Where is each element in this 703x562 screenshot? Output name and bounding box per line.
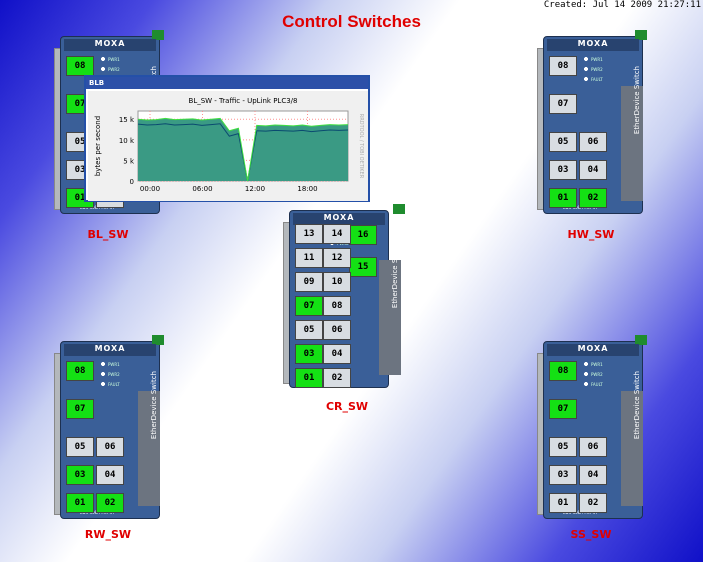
status-leds: PWR1 PWR2 FAULT [100,361,130,391]
port-15[interactable]: 15 [349,257,377,277]
port-07[interactable]: 07 [549,399,577,419]
port-05[interactable]: 05 [66,437,94,457]
port-01[interactable]: 01 [66,493,94,513]
port-03[interactable]: 03 [295,344,323,364]
port-06[interactable]: 06 [579,437,607,457]
terminal-block [393,204,405,214]
switch-label-ss: SS_SW [570,528,612,541]
x-tick-label: 06:00 [192,185,212,193]
port-16[interactable]: 16 [349,225,377,245]
traffic-chart: 0 5 k 10 k 15 k 00:00 06:00 12:00 18:00 BL_SW - … [94,97,364,193]
switch-label-rw: RW_SW [84,528,132,541]
port-04[interactable]: 04 [96,465,124,485]
switch-vertical-text: EtherDevice Switch [150,371,158,440]
status-leds: PWR1 PWR2 FAULT [583,56,613,86]
chart-title: BL_SW - Traffic - UpLink PLC3/8 [189,97,298,105]
y-axis-label: bytes per second [94,116,102,176]
port-01[interactable]: 01 [295,368,323,388]
port-04[interactable]: 04 [579,160,607,180]
y-tick-label: 5 k [123,157,135,165]
port-02[interactable]: 02 [323,368,351,388]
traffic-popup[interactable]: BLB 0 5 k 10 k 15 k 00:00 06:00 12:00 18:00 BL_S… [84,75,370,202]
port-04[interactable]: 04 [323,344,351,364]
led-fault: FAULT [583,381,613,388]
port-07[interactable]: 07 [66,399,94,419]
port-02[interactable]: 02 [96,493,124,513]
port-07[interactable]: 07 [549,94,577,114]
led-pwr2: PWR2 [100,371,130,378]
switch-label-hw: HW_SW [567,228,615,241]
y-tick-label: 10 k [119,137,135,145]
port-01[interactable]: 01 [549,188,577,208]
switch-brand: MOXA [64,39,156,51]
port-03[interactable]: 03 [66,465,94,485]
switch-ss[interactable]: MOXA EtherDevice Switch EDS-508A-MM-STPW… [537,335,647,519]
led-pwr1: PWR1 [100,361,130,368]
x-tick-label: 12:00 [245,185,265,193]
y-tick-label: 15 k [119,116,135,124]
port-04[interactable]: 04 [579,465,607,485]
led-pwr2: PWR2 [583,66,613,73]
traffic-graph: 0 5 k 10 k 15 k 00:00 06:00 12:00 18:00 BL_SW - … [88,91,368,201]
switch-label-bl: BL_SW [87,228,129,241]
port-10[interactable]: 10 [323,272,351,292]
led-fault: FAULT [100,381,130,388]
port-02[interactable]: 02 [579,493,607,513]
port-13[interactable]: 13 [295,224,323,244]
switch-label-cr: CR_SW [325,400,369,413]
x-tick-label: 00:00 [140,185,160,193]
port-01[interactable]: 01 [549,493,577,513]
led-pwr2: PWR2 [100,66,130,73]
port-12[interactable]: 12 [323,248,351,268]
created-timestamp: Created: Jul 14 2009 21:27:11 [543,0,701,10]
port-02[interactable]: 02 [579,188,607,208]
led-pwr1: PWR1 [100,56,130,63]
port-03[interactable]: 03 [549,160,577,180]
y-tick-label: 0 [130,178,134,186]
port-08[interactable]: 08 [549,56,577,76]
switch-vertical-text: EtherDevice Switch [633,371,641,440]
switch-cr[interactable]: MOXA EtherDevice Switch EDS-516A-MM-STPW… [283,204,405,392]
port-06[interactable]: 06 [96,437,124,457]
popup-title: BLB [86,77,368,89]
port-11[interactable]: 11 [295,248,323,268]
port-08[interactable]: 08 [549,361,577,381]
port-09[interactable]: 09 [295,272,323,292]
port-14[interactable]: 14 [323,224,351,244]
switch-brand: MOXA [64,344,156,356]
switch-vertical-text: EtherDevice Switch [633,66,641,135]
port-08[interactable]: 08 [66,56,94,76]
switch-rw[interactable]: MOXA EtherDevice Switch EDS-508A-MM-STPW… [54,335,164,519]
led-pwr1: PWR1 [583,361,613,368]
port-05[interactable]: 05 [549,437,577,457]
port-05[interactable]: 05 [549,132,577,152]
port-06[interactable]: 06 [579,132,607,152]
port-05[interactable]: 05 [295,320,323,340]
port-08[interactable]: 08 [66,361,94,381]
x-tick-label: 18:00 [297,185,317,193]
switch-brand: MOXA [547,39,639,51]
port-07[interactable]: 07 [295,296,323,316]
status-leds: PWR1 PWR2 FAULT [583,361,613,391]
switch-brand: MOXA [547,344,639,356]
led-pwr1: PWR1 [583,56,613,63]
led-pwr2: PWR2 [583,371,613,378]
page-title: Control Switches [282,12,421,31]
switch-vertical-text: EtherDevice Switch [391,240,399,309]
switch-hw[interactable]: MOXA EtherDevice Switch EDS-508A-MM-STPW… [537,30,647,214]
port-03[interactable]: 03 [549,465,577,485]
led-fault: FAULT [583,76,613,83]
rrd-watermark: RRDTOOL / TOBI OETIKER [358,114,364,179]
port-08[interactable]: 08 [323,296,351,316]
port-06[interactable]: 06 [323,320,351,340]
